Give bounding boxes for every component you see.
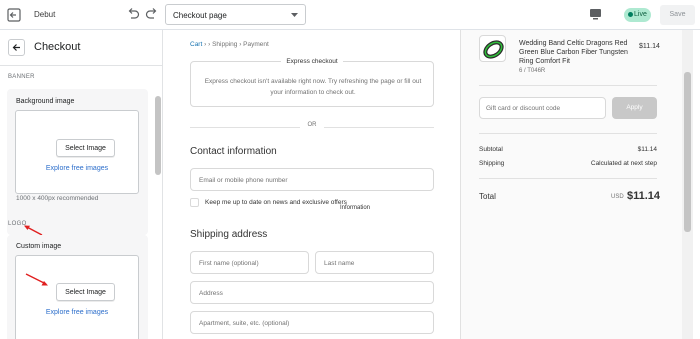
news-checkbox[interactable]: [190, 198, 199, 207]
contact-heading: Contact information: [190, 146, 277, 157]
sidebar-title: Checkout: [34, 41, 81, 53]
explore-free-images-link[interactable]: Explore free images: [16, 309, 138, 316]
product-name: Wedding Band Celtic Dragons Red Green Bl…: [519, 40, 628, 65]
background-image-label: Background image: [16, 98, 75, 105]
explore-free-images-link[interactable]: Explore free images: [16, 165, 138, 172]
divider: [479, 133, 657, 134]
recommended-size-note: 1000 x 400px recommended: [16, 195, 99, 202]
divider: [0, 65, 162, 66]
select-image-button[interactable]: Select Image: [56, 139, 115, 157]
order-summary: Wedding Band Celtic Dragons Red Green Bl…: [461, 30, 693, 339]
shipping-heading: Shipping address: [190, 229, 268, 240]
background-image-dropzone[interactable]: Select Image Explore free images: [15, 110, 139, 194]
express-checkout-box: Express checkout Express checkout isn't …: [190, 58, 434, 107]
breadcrumb: Cart › Information › Shipping › Payment: [190, 41, 370, 211]
theme-name: Debut: [34, 10, 56, 19]
live-badge-label: Live: [634, 11, 647, 18]
checkout-preview: Cart › Information › Shipping › Payment …: [163, 30, 700, 339]
product-price: $11.14: [639, 43, 660, 50]
subtotal-value: $11.14: [637, 146, 657, 153]
custom-image-label: Custom image: [16, 243, 62, 250]
divider: [479, 85, 657, 86]
preview-scrollbar[interactable]: [684, 72, 691, 232]
express-checkout-message: Express checkout isn't available right n…: [204, 78, 422, 96]
shipping-value: Calculated at next step: [590, 160, 657, 167]
address-field[interactable]: Address: [190, 281, 434, 304]
total-value: $11.14: [627, 190, 661, 202]
section-banner-heading: BANNER: [8, 74, 35, 80]
discount-code-input[interactable]: Gift card or discount code: [479, 97, 606, 119]
select-image-button[interactable]: Select Image: [56, 283, 115, 301]
apartment-field[interactable]: Apartment, suite, etc. (optional): [190, 311, 434, 334]
arrow-left-icon: [12, 44, 20, 51]
email-field[interactable]: Email or mobile phone number: [190, 168, 434, 191]
news-checkbox-label: Keep me up to date on news and exclusive…: [205, 199, 347, 206]
total-label: Total: [479, 192, 496, 201]
save-button[interactable]: Save: [660, 5, 695, 25]
first-name-field[interactable]: First name (optional): [190, 251, 309, 274]
chevron-down-icon: [291, 13, 298, 17]
exit-icon[interactable]: [7, 8, 21, 22]
subtotal-label: Subtotal: [479, 146, 503, 153]
annotation-arrow: [25, 273, 48, 286]
express-checkout-title: Express checkout: [281, 58, 343, 65]
breadcrumb-payment: Payment: [243, 41, 269, 48]
page-selector-value: Checkout page: [173, 11, 227, 20]
page-selector[interactable]: Checkout page: [165, 4, 306, 25]
sidebar-scrollbar[interactable]: [155, 96, 161, 175]
breadcrumb-shipping: Shipping: [212, 41, 238, 48]
editor-topbar: Debut Checkout page Live Save: [0, 0, 700, 30]
undo-icon[interactable]: [126, 7, 140, 21]
product-thumbnail: [479, 35, 506, 62]
currency-code: USD: [611, 194, 624, 200]
live-badge: Live: [624, 8, 651, 22]
background-image-panel: Background image Select Image Explore fr…: [7, 89, 148, 235]
custom-image-dropzone[interactable]: Select Image Explore free images: [15, 255, 139, 339]
redo-icon[interactable]: [145, 7, 159, 21]
divider: [479, 178, 657, 179]
product-variant: 6 / T046R: [519, 68, 546, 74]
ring-image: [483, 40, 504, 59]
settings-sidebar: Checkout BANNER Background image Select …: [0, 30, 163, 339]
back-button[interactable]: [8, 39, 25, 56]
apply-button[interactable]: Apply: [612, 97, 657, 119]
last-name-field[interactable]: Last name: [315, 251, 434, 274]
breadcrumb-cart[interactable]: Cart: [190, 41, 202, 48]
or-divider: OR: [190, 122, 434, 132]
desktop-icon[interactable]: [589, 8, 602, 21]
shipping-label: Shipping: [479, 160, 505, 167]
